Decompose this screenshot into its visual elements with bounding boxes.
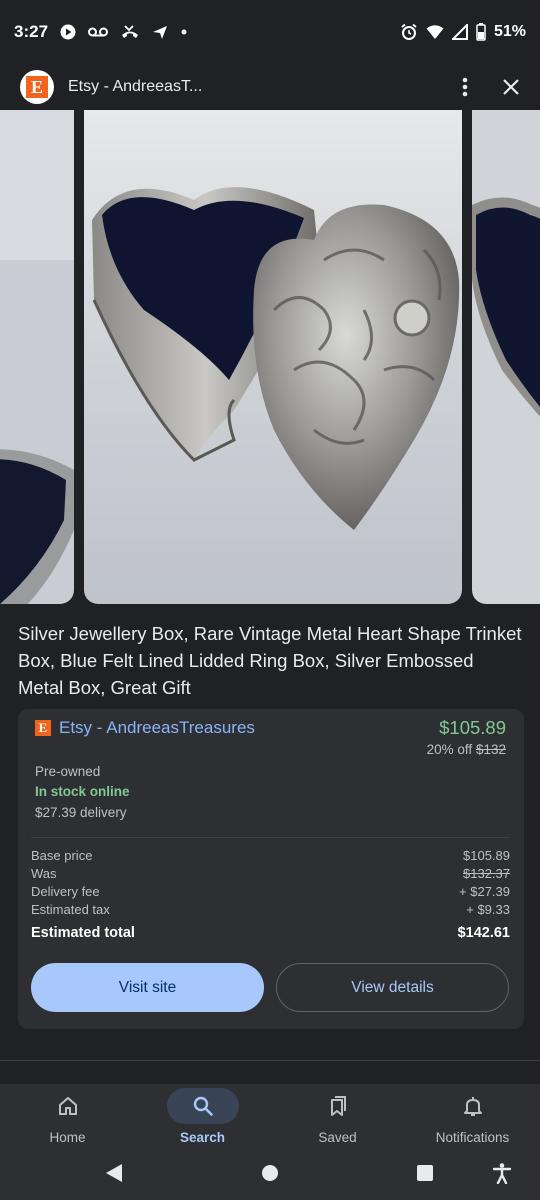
nav-search-label: Search (179, 1130, 226, 1145)
breakdown-value: + $9.33 (466, 902, 510, 917)
total-row: Estimated total $142.61 (31, 925, 510, 941)
breakdown-value: $132.37 (463, 866, 510, 881)
play-icon (60, 24, 76, 40)
accessibility-icon[interactable] (491, 1162, 513, 1184)
condition: Pre-owned (35, 764, 101, 779)
etsy-logo: E (20, 70, 54, 104)
nav-home-label: Home (49, 1130, 86, 1145)
product-title: Silver Jewellery Box, Rare Vintage Metal… (18, 623, 522, 698)
nav-home[interactable]: Home (0, 1084, 135, 1152)
breakdown-row: Delivery fee + $27.39 (31, 883, 510, 901)
offer-price: $105.89 (439, 717, 506, 738)
missed-call-icon (122, 25, 139, 38)
view-details-button[interactable]: View details (276, 963, 509, 1012)
product-image-next[interactable] (472, 110, 540, 604)
original-price: $132 (475, 742, 506, 757)
battery-icon (476, 23, 486, 41)
seller-row[interactable]: E Etsy - AndreeasTreasures (35, 718, 255, 738)
nav-saved[interactable]: Saved (270, 1084, 405, 1152)
breakdown-value: + $27.39 (459, 884, 510, 899)
nav-notifications[interactable]: Notifications (405, 1084, 540, 1152)
breakdown-label: Estimated tax (31, 902, 110, 917)
wifi-icon (426, 25, 444, 39)
breakdown-label: Base price (31, 848, 93, 863)
custom-tab-header: E Etsy - AndreeasT... (0, 64, 540, 110)
home-icon (58, 1097, 77, 1115)
close-icon[interactable] (502, 78, 520, 96)
status-time: 3:27 (14, 22, 49, 41)
product-image-main[interactable] (84, 110, 462, 604)
recents-icon[interactable] (415, 1162, 435, 1184)
back-icon[interactable] (104, 1162, 124, 1184)
breakdown-value: $105.89 (463, 848, 510, 863)
breakdown-label: Was (31, 866, 57, 881)
notification-icons (60, 24, 188, 40)
nav-saved-label: Saved (318, 1130, 357, 1145)
bell-icon (463, 1097, 482, 1116)
breakdown-row: Estimated tax + $9.33 (31, 901, 510, 919)
nav-notifications-label: Notifications (435, 1130, 510, 1145)
product-image-previous[interactable] (0, 110, 74, 604)
more-options-icon[interactable] (462, 77, 468, 97)
bottom-navigation: Home Search Saved Notifications (0, 1084, 540, 1152)
product-image-carousel[interactable] (0, 110, 540, 604)
breakdown-row: Base price $105.89 (31, 847, 510, 865)
etsy-logo-mark: E (26, 76, 48, 98)
status-bar: 3:27 51% (0, 0, 540, 64)
site-title[interactable]: Etsy - AndreeasT... (68, 78, 202, 96)
nav-search[interactable]: Search (135, 1084, 270, 1152)
battery-percent: 51% (493, 23, 526, 40)
more-notifications-dot (181, 29, 187, 35)
send-icon (153, 26, 168, 39)
breakdown-label: Delivery fee (31, 884, 100, 899)
system-navigation-bar (0, 1152, 540, 1200)
voicemail-icon (88, 27, 109, 37)
breakdown-row: Was $132.37 (31, 865, 510, 883)
system-status-icons: 51% (400, 23, 526, 41)
content-divider (0, 1060, 540, 1061)
divider (31, 837, 510, 838)
total-label: Estimated total (31, 925, 135, 941)
visit-site-button[interactable]: Visit site (31, 963, 264, 1012)
total-value: $142.61 (457, 925, 510, 941)
search-icon (193, 1096, 213, 1116)
bookmarks-icon (330, 1096, 346, 1116)
delivery-cost: $27.39 delivery (35, 805, 127, 820)
offer-card: E Etsy - AndreeasTreasures $105.89 20% o… (18, 709, 524, 1029)
stock-status: In stock online (35, 784, 130, 799)
discount-label: 20% off (426, 742, 473, 757)
alarm-icon (401, 23, 417, 40)
price-breakdown: Base price $105.89 Was $132.37 Delivery … (31, 847, 510, 941)
discount-info: 20% off $132 (427, 742, 506, 757)
home-circle-icon[interactable] (261, 1162, 281, 1184)
signal-icon (451, 24, 468, 40)
etsy-seller-icon: E (35, 720, 51, 736)
seller-name[interactable]: Etsy - AndreeasTreasures (59, 718, 255, 738)
